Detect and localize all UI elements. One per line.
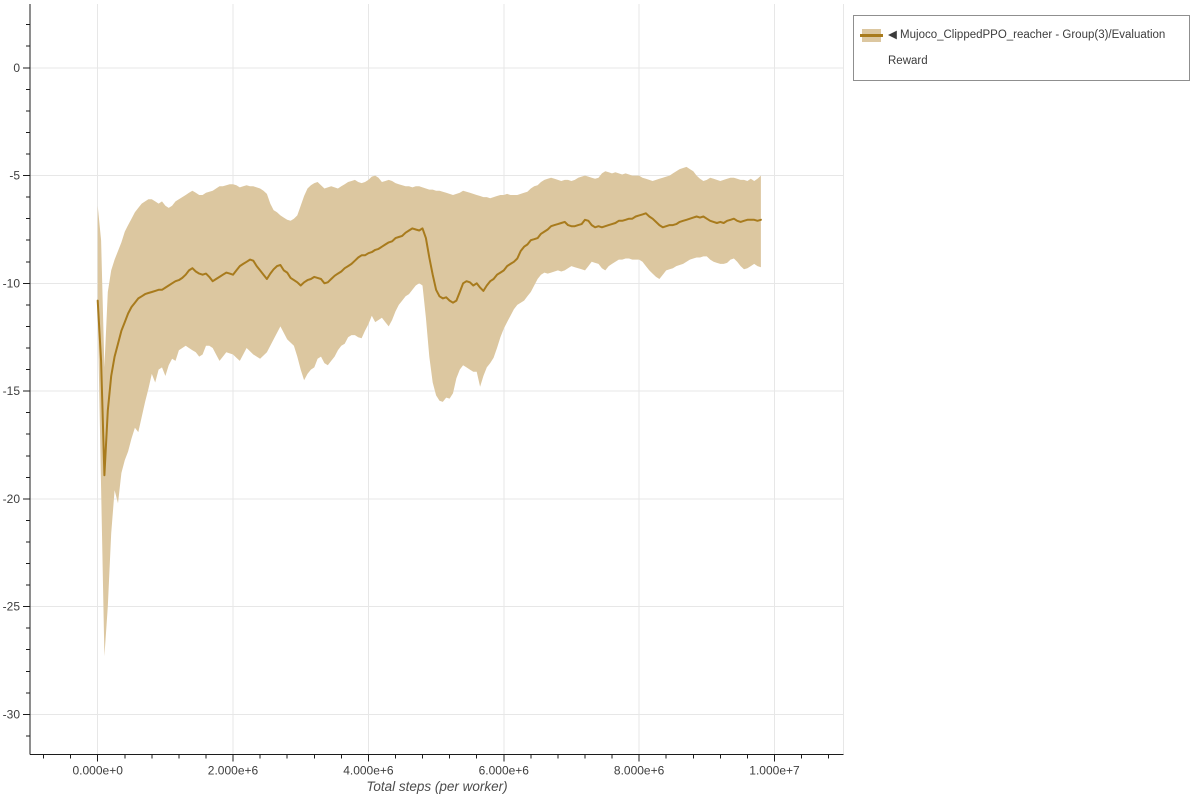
x-tick-label: 2.000e+6 — [208, 764, 259, 778]
y-tick-label: -10 — [3, 276, 21, 290]
y-tick-label: -30 — [3, 707, 21, 721]
legend-label: ◀ Mujoco_ClippedPPO_reacher - Group(3)/E… — [888, 22, 1165, 74]
y-tick-label: -20 — [3, 492, 21, 506]
x-tick-label: 8.000e+6 — [614, 764, 665, 778]
legend-label-line2: Reward — [888, 55, 928, 67]
legend: ◀ Mujoco_ClippedPPO_reacher - Group(3)/E… — [853, 15, 1190, 81]
x-axis-title: Total steps (per worker) — [366, 779, 508, 794]
y-tick-labels: 0 -5 -10 -15 -20 -25 -30 — [3, 61, 21, 722]
x-tick-label: 1.000e+7 — [749, 764, 800, 778]
y-tick-label: -15 — [3, 384, 21, 398]
y-tick-label: -25 — [3, 600, 21, 614]
legend-swatch-band — [860, 29, 883, 42]
legend-label-line1: ◀ Mujoco_ClippedPPO_reacher - Group(3)/E… — [888, 29, 1166, 41]
legend-swatch-line — [860, 34, 883, 37]
x-tick-label: 0.000e+0 — [73, 764, 124, 778]
y-tick-label: 0 — [13, 61, 20, 75]
confidence-band — [97, 166, 761, 657]
x-tick-label: 6.000e+6 — [479, 764, 530, 778]
x-tick-label: 4.000e+6 — [343, 764, 394, 778]
reward-chart[interactable]: 0.000e+0 2.000e+6 4.000e+6 6.000e+6 8.000e+6… — [0, 0, 1200, 800]
y-tick-label: -5 — [9, 169, 20, 183]
dashboard-canvas: 0.000e+0 2.000e+6 4.000e+6 6.000e+6 8.000e+6… — [0, 0, 1200, 800]
x-tick-labels: 0.000e+0 2.000e+6 4.000e+6 6.000e+6 8.000e+6… — [73, 764, 801, 778]
legend-entry[interactable]: ◀ Mujoco_ClippedPPO_reacher - Group(3)/E… — [860, 22, 1181, 74]
